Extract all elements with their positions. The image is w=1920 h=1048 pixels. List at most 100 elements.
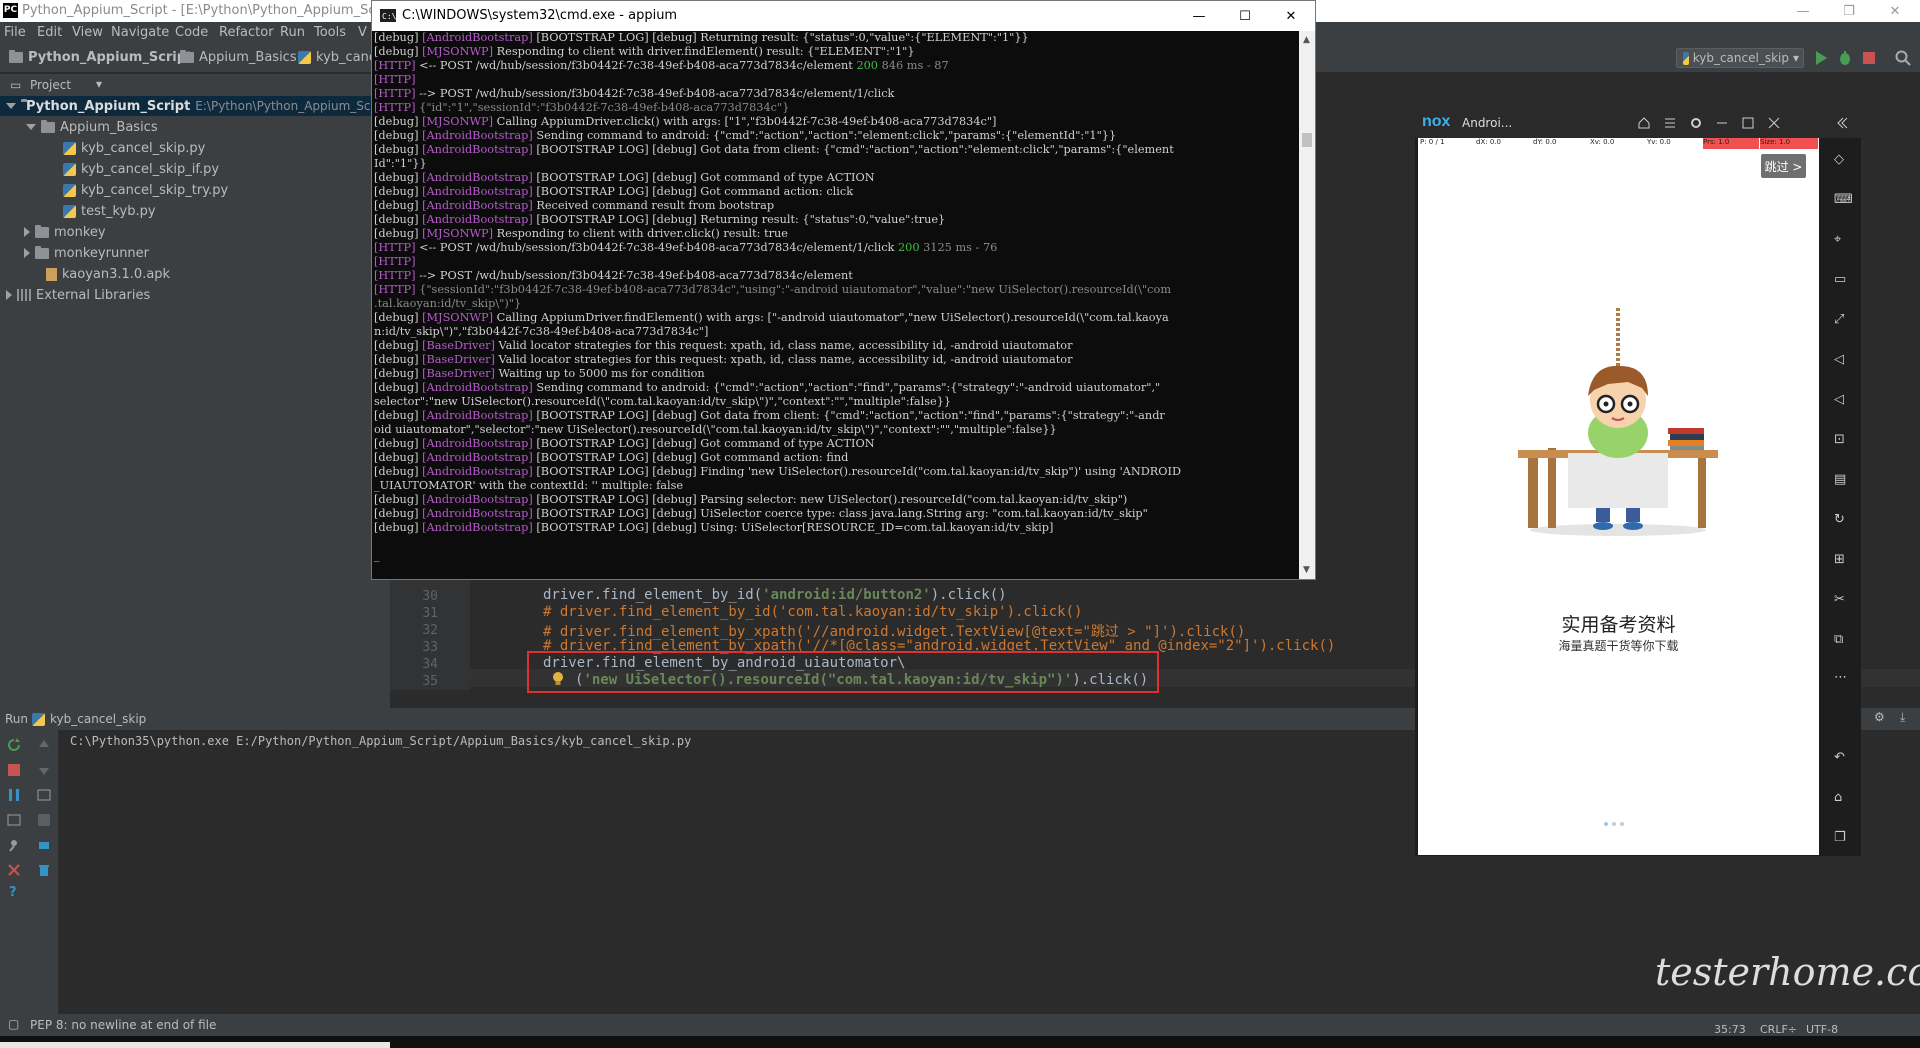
android-home-icon[interactable]: ⌂ [1834, 790, 1850, 806]
help-icon[interactable]: ? [9, 885, 17, 900]
keyboard-icon[interactable]: ⌨ [1834, 192, 1853, 208]
menu-run[interactable]: Run [280, 25, 305, 40]
android-screen[interactable]: P: 0 / 1 dX: 0.0 dY: 0.0 Xv: 0.0 Yv: 0.0… [1418, 138, 1819, 855]
close-icon[interactable] [7, 863, 21, 877]
scroll-up-icon[interactable]: ▲ [1303, 35, 1310, 45]
line-number: 30 [422, 589, 438, 604]
python-file-icon [63, 141, 76, 155]
breadcrumb-project[interactable]: Python_Appium_Script [9, 50, 192, 65]
pycharm-logo-icon: PC [3, 3, 18, 18]
project-label[interactable]: Project [30, 78, 71, 92]
cmd-titlebar[interactable]: C:\ C:\WINDOWS\system32\cmd.exe - appium… [372, 1, 1315, 31]
screenshot-icon[interactable]: ⊡ [1834, 432, 1850, 448]
print-icon[interactable] [37, 838, 51, 852]
shake-icon[interactable]: ↻ [1834, 512, 1850, 528]
apk-install-icon[interactable]: ▤ [1834, 472, 1850, 488]
fullscreen-icon[interactable]: ⤢ [1834, 312, 1850, 328]
stop-icon[interactable] [1860, 49, 1878, 67]
run-tab[interactable]: kyb_cancel_skip [50, 712, 146, 726]
cmd-console-output[interactable]: [debug] [AndroidBootstrap] [BOOTSTRAP LO… [374, 31, 1299, 579]
menu-icon[interactable] [1663, 116, 1677, 130]
stop-icon[interactable] [7, 763, 21, 777]
tree-file-apk[interactable]: kaoyan3.1.0.apk [46, 264, 170, 284]
pause-icon[interactable] [7, 788, 21, 802]
collapse-sidebar-icon[interactable] [1835, 116, 1849, 130]
recent-apps-icon[interactable]: ❐ [1834, 830, 1850, 846]
volume-up-icon[interactable]: ◁ [1834, 352, 1850, 368]
chevron-down-icon[interactable]: ▾ [96, 77, 102, 91]
volume-down-icon[interactable]: ◁ [1834, 392, 1850, 408]
scrollbar-thumb[interactable] [1302, 133, 1312, 147]
gear-icon[interactable]: ⚙ [1874, 710, 1885, 724]
scroll-down-icon[interactable]: ▼ [1303, 565, 1310, 575]
menu-vcs[interactable]: V [358, 25, 367, 40]
rerun-icon[interactable] [7, 738, 21, 752]
minimize-icon[interactable]: — [1176, 5, 1222, 27]
tree-folder-monkey[interactable]: monkey [24, 222, 106, 242]
tree-external-libraries[interactable]: External Libraries [6, 285, 150, 305]
scissors-icon[interactable]: ✂ [1834, 592, 1850, 608]
run-config-select[interactable]: kyb_cancel_skip ▾ [1676, 48, 1804, 68]
location-icon[interactable]: ⌖ [1834, 232, 1850, 248]
tree-folder-monkeyrunner[interactable]: monkeyrunner [24, 243, 149, 263]
multi-instance-icon[interactable]: ⧉ [1834, 632, 1850, 648]
line-separator[interactable]: CRLF÷ [1760, 1023, 1797, 1036]
pin-icon[interactable] [7, 838, 21, 852]
cmd-scrollbar[interactable]: ▲ ▼ [1299, 31, 1315, 579]
maximize-icon[interactable]: ☐ [1222, 5, 1268, 27]
tree-file[interactable]: test_kyb.py [63, 201, 156, 221]
eraser-icon[interactable]: ◇ [1834, 152, 1850, 168]
console-line: [HTTP] {"sessionId":"f3b0442f-7c38-49ef-… [374, 283, 1172, 296]
tree-root[interactable]: Python_Appium_Script E:\Python\Python_Ap… [0, 96, 391, 116]
close-icon[interactable]: ✕ [1872, 0, 1918, 22]
menu-navigate[interactable]: Navigate [111, 25, 169, 40]
tree-file[interactable]: kyb_cancel_skip_if.py [63, 159, 219, 179]
code-line-30[interactable]: driver.find_element_by_id('android:id/bu… [543, 587, 1007, 603]
tree-folder-appium-basics[interactable]: Appium_Basics [26, 117, 158, 137]
run-icon[interactable] [1812, 49, 1830, 67]
arrow-down-icon[interactable] [37, 763, 51, 777]
restore-icon[interactable]: ❐ [1826, 0, 1872, 22]
minimize-icon[interactable]: — [1780, 0, 1826, 22]
layout-icon[interactable] [7, 813, 21, 827]
code-line-31[interactable]: # driver.find_element_by_id('com.tal.kao… [543, 604, 1082, 620]
menu-code[interactable]: Code [175, 25, 208, 40]
more-icon[interactable]: ⋯ [1834, 670, 1850, 686]
wrap-icon[interactable] [37, 788, 51, 802]
search-icon[interactable] [1894, 49, 1912, 67]
back-icon[interactable]: ↶ [1834, 750, 1850, 766]
menu-file[interactable]: File [4, 25, 26, 40]
home-icon[interactable] [1637, 116, 1651, 130]
console-line: [HTTP] --> POST /wd/hub/session/f3b0442f… [374, 87, 895, 100]
menu-tools[interactable]: Tools [314, 25, 346, 40]
python-file-icon [298, 51, 311, 64]
nox-logo: nox [1422, 113, 1451, 130]
status-square-icon[interactable]: ▢ [8, 1017, 19, 1031]
screen-icon[interactable]: ▭ [1834, 272, 1850, 288]
taskbar-item[interactable] [0, 1042, 390, 1048]
minimize-icon[interactable] [1715, 116, 1729, 130]
caret-position[interactable]: 35:73 [1714, 1023, 1746, 1036]
close-icon[interactable]: ✕ [1268, 5, 1314, 27]
tree-file[interactable]: kyb_cancel_skip.py [63, 138, 205, 158]
file-encoding[interactable]: UTF-8 [1806, 1023, 1838, 1036]
menu-view[interactable]: View [72, 25, 103, 40]
debug-icon[interactable] [1836, 49, 1854, 67]
arrow-up-icon[interactable] [37, 738, 51, 752]
breadcrumb-folder[interactable]: Appium_Basics [180, 50, 297, 65]
tree-file[interactable]: kyb_cancel_skip_try.py [63, 180, 228, 200]
menu-refactor[interactable]: Refactor [219, 25, 274, 40]
menu-edit[interactable]: Edit [37, 25, 62, 40]
cmd-window: C:\ C:\WINDOWS\system32\cmd.exe - appium… [371, 0, 1316, 580]
console-line: [debug] [AndroidBootstrap] [BOOTSTRAP LO… [374, 409, 1165, 422]
hide-panel-icon[interactable]: ⤓ [1900, 710, 1905, 725]
trash-icon[interactable] [37, 863, 51, 877]
nox-titlebar[interactable]: nox Androi... [1415, 108, 1861, 138]
scroll-to-end-icon[interactable] [37, 813, 51, 827]
skip-button[interactable]: 跳过 > [1761, 154, 1806, 178]
close-icon[interactable] [1767, 116, 1781, 130]
record-icon[interactable]: ⊞ [1834, 552, 1850, 568]
maximize-icon[interactable] [1741, 116, 1755, 130]
gear-icon[interactable] [1689, 116, 1703, 130]
